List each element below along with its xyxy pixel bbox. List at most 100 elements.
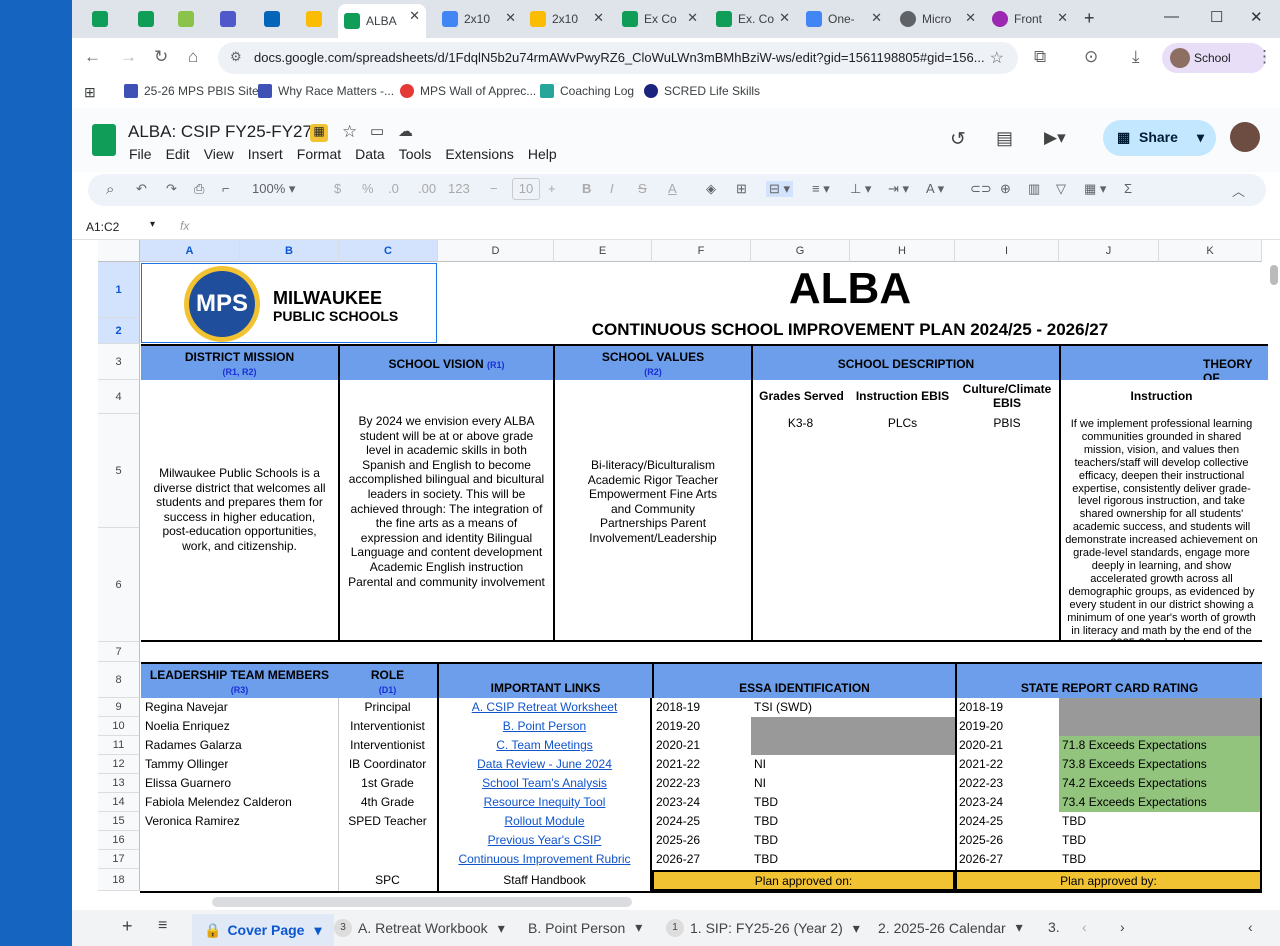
redo-icon[interactable]: ↷ <box>166 181 177 197</box>
browser-tab[interactable]: Ex Co ✕ <box>616 6 704 32</box>
select-all-corner[interactable] <box>98 240 140 262</box>
row-header[interactable]: 3 <box>98 344 140 380</box>
tab-search-icon[interactable]: ⊙ <box>1084 47 1098 67</box>
row-header[interactable]: 15 <box>98 812 140 831</box>
chevron-down-icon[interactable]: ▾ <box>635 919 642 936</box>
decimal-increase-icon[interactable]: .00 <box>418 181 436 196</box>
wrap-icon[interactable]: ⇥ ▾ <box>888 181 909 197</box>
link-item[interactable]: Data Review - June 2024 <box>439 757 650 771</box>
column-header-c[interactable]: C <box>339 240 438 262</box>
side-panel-toggle-icon[interactable]: ‹ <box>1248 919 1253 935</box>
name-box[interactable]: A1:C2 <box>86 220 119 234</box>
bookmark-star-icon[interactable]: ☆ <box>990 48 1004 68</box>
row-header[interactable]: 17 <box>98 850 140 869</box>
browser-tab[interactable] <box>258 6 300 32</box>
back-icon[interactable]: ← <box>84 47 101 67</box>
chevron-down-icon[interactable]: ▾ <box>150 219 155 230</box>
link-item[interactable]: Resource Inequity Tool <box>439 795 650 809</box>
new-tab-button[interactable]: + <box>1084 8 1095 29</box>
scroll-right-icon[interactable]: › <box>1120 919 1125 935</box>
print-icon[interactable]: ⎙ <box>194 181 204 197</box>
menu-view[interactable]: View <box>204 146 234 162</box>
browser-tab[interactable]: Micro ✕ <box>894 6 982 32</box>
bookmark-item[interactable]: 25-26 MPS PBIS Site <box>124 84 259 98</box>
rotate-icon[interactable]: A ▾ <box>926 181 944 197</box>
undo-icon[interactable]: ↶ <box>136 181 147 197</box>
link-item[interactable]: Continuous Improvement Rubric <box>439 852 650 866</box>
link-item[interactable]: Previous Year's CSIP <box>439 833 650 847</box>
bookmark-item[interactable]: MPS Wall of Apprec... <box>400 84 536 98</box>
borders-icon[interactable]: ⊞ <box>736 181 747 197</box>
row-header[interactable]: 6 <box>98 528 140 642</box>
apps-icon[interactable]: ⊞ <box>84 84 96 101</box>
chevron-down-icon[interactable]: ▾ <box>314 922 321 939</box>
vertical-align-icon[interactable]: ⊥ ▾ <box>850 181 871 197</box>
menu-tools[interactable]: Tools <box>399 146 432 162</box>
link-item[interactable]: Staff Handbook <box>439 873 650 887</box>
account-avatar[interactable] <box>1230 122 1260 152</box>
row-header[interactable]: 9 <box>98 698 140 717</box>
row-header[interactable]: 1 <box>98 262 140 318</box>
close-icon[interactable]: ✕ <box>409 8 420 24</box>
browser-tab-active[interactable]: ALBA ✕ <box>338 4 426 38</box>
menu-edit[interactable]: Edit <box>166 146 190 162</box>
text-color-icon[interactable]: A <box>668 181 677 196</box>
row-header[interactable]: 14 <box>98 793 140 812</box>
decimal-decrease-icon[interactable]: .0 <box>388 181 399 196</box>
row-header[interactable]: 2 <box>98 318 140 344</box>
italic-icon[interactable]: I <box>610 181 614 196</box>
close-icon[interactable]: ✕ <box>1057 10 1068 26</box>
filter-views-icon[interactable]: ▦ ▾ <box>1084 181 1106 197</box>
functions-icon[interactable]: Σ <box>1124 181 1132 196</box>
sheet-tab[interactable]: 2. 2025-26 Calendar ▾ <box>878 919 1023 936</box>
zoom-select[interactable]: 100% ▾ <box>252 181 295 197</box>
menu-insert[interactable]: Insert <box>248 146 283 162</box>
search-icon[interactable]: ⌕ <box>106 181 114 198</box>
star-icon[interactable]: ☆ <box>342 122 357 142</box>
percent-icon[interactable]: % <box>362 181 374 196</box>
column-header-g[interactable]: G <box>751 240 850 262</box>
menu-file[interactable]: File <box>129 146 152 162</box>
close-window-button[interactable]: ✕ <box>1250 8 1263 26</box>
column-header-j[interactable]: J <box>1059 240 1159 262</box>
link-item[interactable]: A. CSIP Retreat Worksheet <box>439 700 650 714</box>
browser-tab[interactable]: Ex. Co ✕ <box>710 6 796 32</box>
reload-icon[interactable]: ↻ <box>154 47 168 67</box>
filter-icon[interactable]: ▽ <box>1056 181 1066 197</box>
font-size-input[interactable]: 10 <box>512 178 540 200</box>
column-header-i[interactable]: I <box>955 240 1059 262</box>
browser-tab[interactable] <box>300 6 342 32</box>
font-size-increase-icon[interactable]: + <box>548 181 556 196</box>
address-bar[interactable]: ⚙ docs.google.com/spreadsheets/d/1FdqlN5… <box>218 42 1018 74</box>
download-icon[interactable]: ⤓ <box>1132 47 1140 67</box>
row-header[interactable]: 8 <box>98 662 140 698</box>
browser-tab[interactable]: 2x10 ✕ <box>524 6 610 32</box>
row-header[interactable]: 10 <box>98 717 140 736</box>
menu-help[interactable]: Help <box>528 146 557 162</box>
row-header[interactable]: 16 <box>98 831 140 850</box>
history-icon[interactable]: ↺ <box>950 128 966 151</box>
close-icon[interactable]: ✕ <box>871 10 882 26</box>
link-item[interactable]: C. Team Meetings <box>439 738 650 752</box>
horizontal-scrollbar[interactable] <box>212 897 632 907</box>
browser-tab[interactable] <box>172 6 214 32</box>
column-header-h[interactable]: H <box>850 240 955 262</box>
row-header[interactable]: 12 <box>98 755 140 774</box>
bold-icon[interactable]: B <box>582 181 591 196</box>
close-icon[interactable]: ✕ <box>965 10 976 26</box>
bookmark-item[interactable]: Why Race Matters -... <box>258 84 394 98</box>
logo-cell[interactable]: MPS MILWAUKEE PUBLIC SCHOOLS <box>141 263 437 343</box>
maximize-button[interactable]: ☐ <box>1210 8 1223 26</box>
link-icon[interactable]: ⊂⊃ <box>970 181 992 197</box>
paint-format-icon[interactable]: ⌐ <box>222 181 230 196</box>
minimize-button[interactable]: — <box>1164 8 1179 25</box>
row-header[interactable]: 11 <box>98 736 140 755</box>
extension-icon[interactable]: ▦ <box>310 124 328 142</box>
bookmark-item[interactable]: Coaching Log <box>540 84 634 98</box>
browser-tab[interactable] <box>214 6 256 32</box>
row-header[interactable]: 5 <box>98 414 140 528</box>
sheet-tab[interactable]: 3. <box>1048 919 1060 935</box>
currency-icon[interactable]: $ <box>334 181 341 196</box>
browser-tab[interactable]: Front ✕ <box>986 6 1074 32</box>
sheet-tab[interactable]: B. Point Person ▾ <box>528 919 642 936</box>
